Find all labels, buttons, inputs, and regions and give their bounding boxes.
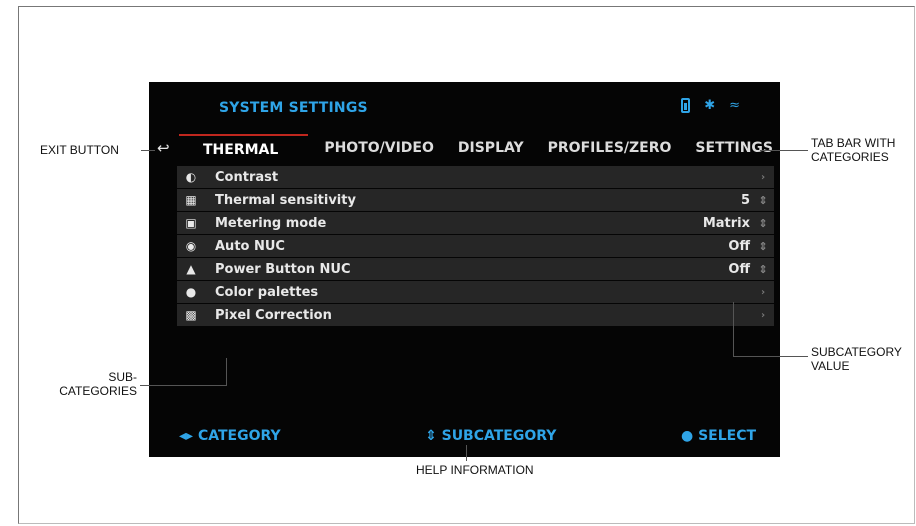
list-item[interactable]: ▣ Metering mode Matrix ⇕ [177,212,774,234]
row-value: Off [728,238,750,254]
spinner-icon: ⇕ [758,216,768,230]
wifi-icon: ≈ [729,98,740,113]
tab-bar: THERMAL PHOTO/VIDEO DISPLAY PROFILES/ZER… [179,134,779,162]
callout-subcategory-value: SUBCATEGORY VALUE [811,345,902,373]
leader-line [141,150,155,151]
list-item[interactable]: ▦ Thermal sensitivity 5 ⇕ [177,189,774,211]
help-category: ◂▸ CATEGORY [179,428,281,444]
row-label: Auto NUC [215,238,285,254]
battery-icon [681,98,691,113]
up-down-arrows-icon: ⇕ [425,428,437,444]
leader-line [733,356,808,357]
callout-tab-bar: TAB BAR WITH CATEGORIES [811,136,896,164]
brush-icon: ▲ [186,262,196,276]
tab-thermal[interactable]: THERMAL [179,134,309,162]
tab-photo-video[interactable]: PHOTO/VIDEO [308,134,446,162]
list-item[interactable]: ◉ Auto NUC Off ⇕ [177,235,774,257]
row-label: Contrast [215,169,279,185]
row-label: Pixel Correction [215,307,332,323]
subcategory-list: ◐ Contrast › ▦ Thermal sensitivity 5 ⇕ ▣… [177,166,774,327]
contrast-icon: ◐ [185,170,197,184]
tab-display[interactable]: DISPLAY [446,134,536,162]
leader-line [140,385,227,386]
callout-sub-categories: SUB- CATEGORIES [59,370,137,398]
chevron-right-icon: › [760,171,766,183]
row-value: Matrix [702,215,750,231]
list-item[interactable]: ▲ Power Button NUC Off ⇕ [177,258,774,280]
exit-button[interactable]: ↩ [157,139,170,157]
help-select-label: SELECT [698,428,757,444]
status-bar: ✱ ≈ [681,98,740,113]
spinner-icon: ⇕ [758,262,768,276]
dot-icon: ● [681,428,694,444]
chevron-right-icon: › [760,309,766,321]
help-select: ● SELECT [681,428,756,444]
tab-profiles-zero[interactable]: PROFILES/ZERO [536,134,684,162]
help-bar: ◂▸ CATEGORY ⇕ SUBCATEGORY ● SELECT [149,426,780,450]
leader-line [226,358,227,386]
back-arrow-icon: ↩ [157,139,170,157]
list-item[interactable]: ◐ Contrast › [177,166,774,188]
screen-title: SYSTEM SETTINGS [219,100,368,116]
callout-exit-button: EXIT BUTTON [40,143,119,157]
leader-line [466,445,467,461]
help-subcategory: ⇕ SUBCATEGORY [425,428,556,444]
metering-icon: ▣ [185,216,197,230]
leader-line [760,150,808,151]
chevron-right-icon: › [760,286,766,298]
help-subcategory-label: SUBCATEGORY [441,428,557,444]
list-item[interactable]: ● Color palettes › [177,281,774,303]
leader-line [733,302,734,357]
row-label: Color palettes [215,284,319,300]
pixel-icon: ▩ [185,308,197,322]
row-label: Power Button NUC [215,261,351,277]
callout-help-information: HELP INFORMATION [416,463,534,477]
bluetooth-icon: ✱ [704,98,716,113]
palette-icon: ● [185,285,197,299]
spinner-icon: ⇕ [758,239,768,253]
spinner-icon: ⇕ [758,193,768,207]
help-category-label: CATEGORY [197,428,281,444]
row-label: Metering mode [215,215,327,231]
sensitivity-icon: ▦ [185,193,197,207]
row-value: 5 [740,192,750,208]
device-screen: SYSTEM SETTINGS ✱ ≈ ↩ THERMAL PHOTO/VIDE… [149,82,780,457]
left-right-arrows-icon: ◂▸ [179,428,194,444]
row-value: Off [728,261,750,277]
tab-settings[interactable]: SETTINGS [683,134,785,162]
row-label: Thermal sensitivity [215,192,356,208]
list-item[interactable]: ▩ Pixel Correction › [177,304,774,326]
eye-icon: ◉ [185,239,197,253]
